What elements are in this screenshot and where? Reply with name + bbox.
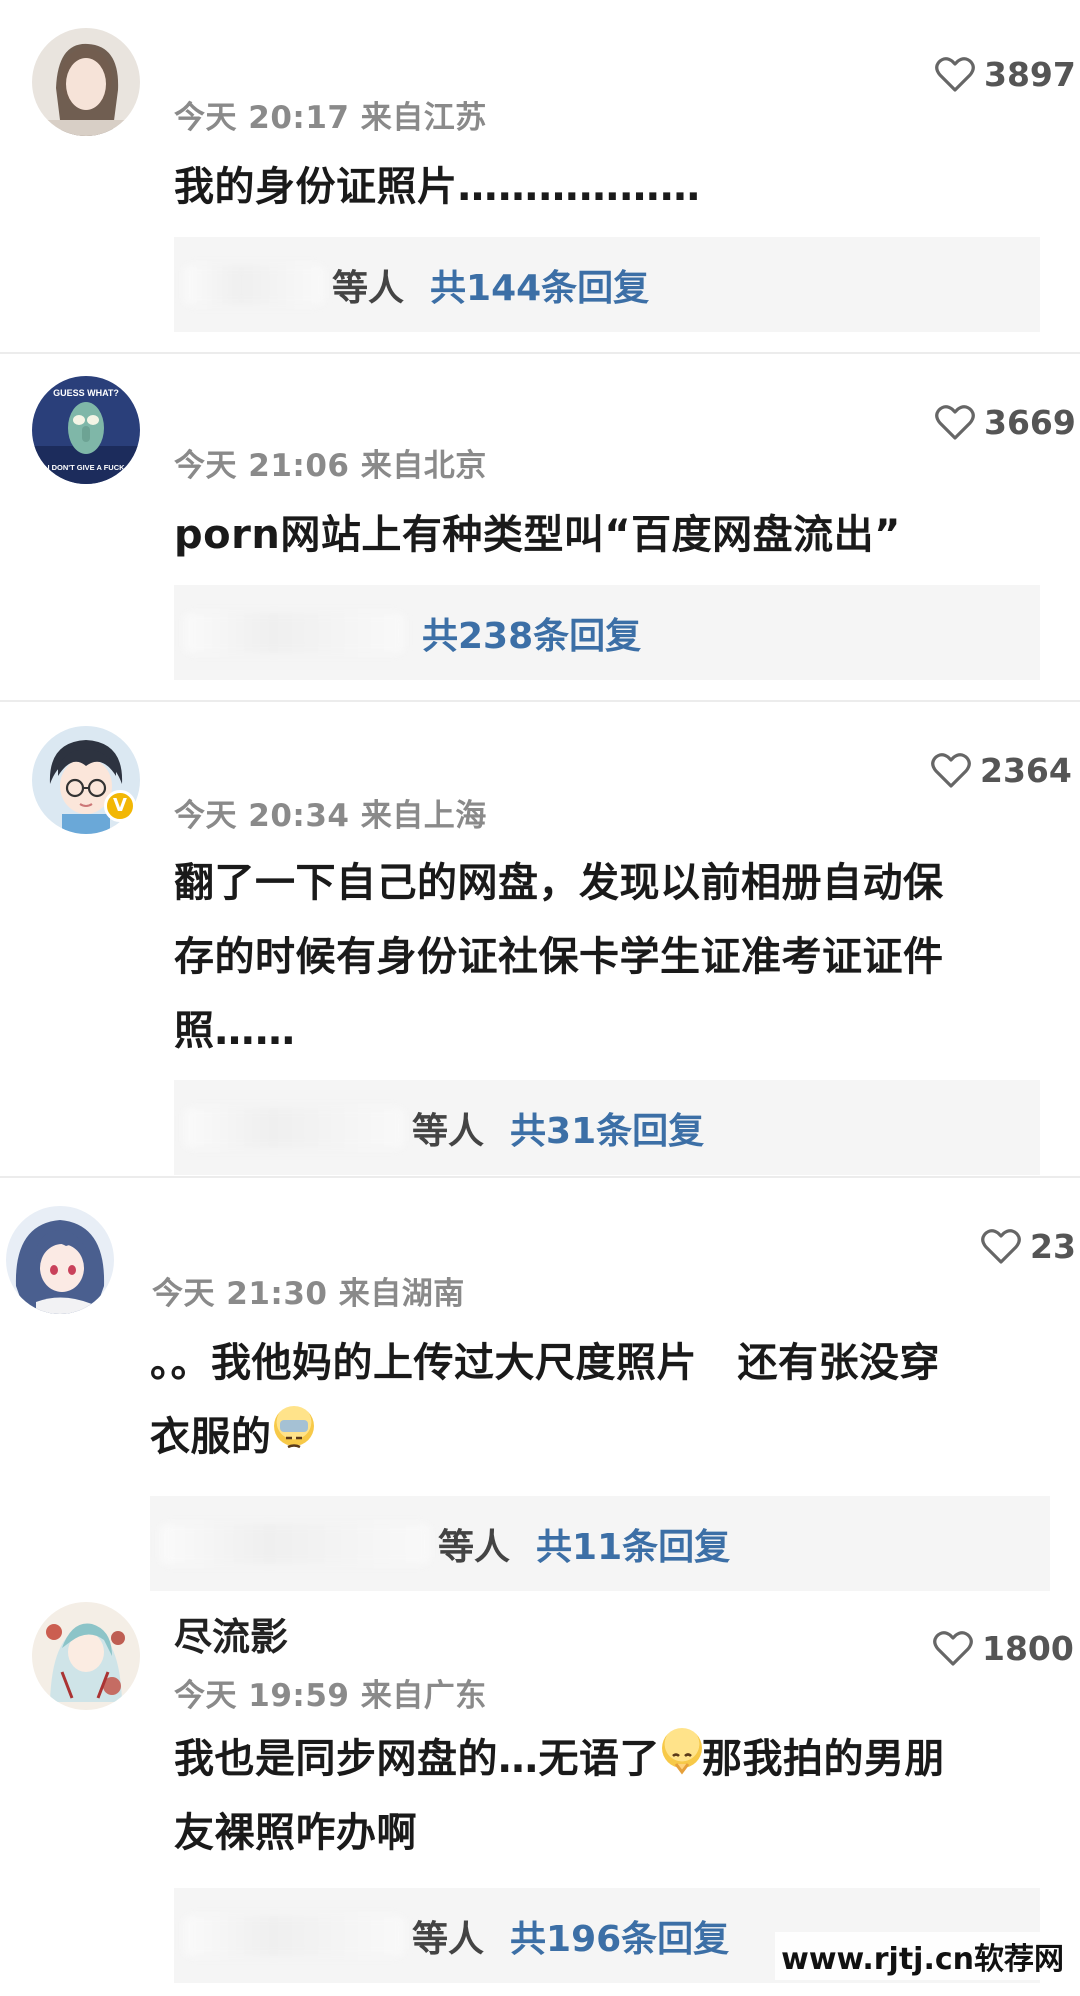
avatar-caption-top: GUESS WHAT? [53, 388, 119, 398]
comment-text-line: 我的身份证照片……………… [174, 164, 701, 210]
reply-bar[interactable]: 等人 共11条回复 [150, 1496, 1050, 1591]
divider [0, 1176, 1080, 1178]
reply-count-link[interactable]: 共31条回复 [510, 1102, 704, 1154]
user-avatar[interactable]: GUESS WHAT? I DON'T GIVE A FUCK [32, 376, 140, 484]
emoji-face-icon [672, 1753, 692, 1775]
reply-users-label: 等人 [332, 267, 405, 309]
like-count: 3897 [984, 54, 1076, 94]
comment-text-line: porn网站上有种类型叫“百度网盘流出” [174, 512, 901, 558]
sweat-emoji-icon [273, 1406, 314, 1449]
like-count: 2364 [980, 750, 1072, 790]
reply-count-link[interactable]: 共238条回复 [422, 607, 641, 659]
comment-text-line: 我也是同步网盘的…无语了 那我拍的男朋 [174, 1722, 945, 1796]
reply-count-link[interactable]: 共196条回复 [510, 1910, 729, 1962]
avatar-anime-girl-blue [6, 1206, 114, 1314]
like-button[interactable]: 3669 [934, 398, 1076, 446]
emoji-face-icon [279, 1420, 308, 1449]
reply-bar[interactable]: 等人 共31条回复 [174, 1080, 1040, 1175]
comment-text: 。。我他妈的上传过大尺度照片 还有张没穿 衣服的 [150, 1326, 940, 1474]
reply-bar[interactable]: 共238条回复 [174, 585, 1040, 680]
comment-text: 我也是同步网盘的…无语了 那我拍的男朋 友裸照咋办啊 [174, 1722, 945, 1870]
comment-text-fragment: 我也是同步网盘的…无语了 [174, 1736, 660, 1782]
avatar-caption-bottom: I DON'T GIVE A FUCK [47, 463, 125, 472]
blurred-usernames [160, 1523, 430, 1564]
comment-meta: 今天 21:06 来自北京 [174, 448, 487, 484]
comment-meta: 今天 20:34 来自上海 [174, 798, 487, 834]
like-button[interactable]: 23 [980, 1222, 1076, 1270]
comment-text-line: 衣服的 [150, 1400, 940, 1474]
user-avatar[interactable] [32, 1602, 140, 1710]
like-count: 23 [1030, 1226, 1076, 1266]
site-watermark: www.rjtj.cn软荐网 [775, 1932, 1070, 1980]
user-avatar[interactable] [32, 28, 140, 136]
heart-icon [931, 753, 971, 788]
comment-meta: 今天 19:59 来自广东 [174, 1678, 487, 1714]
blurred-usernames [184, 612, 404, 653]
like-button[interactable]: 1800 [932, 1624, 1074, 1672]
like-button[interactable]: 3897 [934, 50, 1076, 98]
heart-icon [935, 405, 975, 440]
comment-meta: 今天 20:17 来自江苏 [174, 100, 487, 136]
blurred-usernames [184, 1107, 404, 1148]
avatar-illustration [32, 1602, 140, 1710]
reply-users-label: 等人 [412, 1110, 485, 1152]
like-count: 1800 [982, 1628, 1074, 1668]
comment-text-line: 。。我他妈的上传过大尺度照片 还有张没穿 [150, 1340, 940, 1386]
heart-icon [935, 57, 975, 92]
like-count: 3669 [984, 402, 1076, 442]
comment-text: porn网站上有种类型叫“百度网盘流出” [174, 498, 901, 572]
reply-bar[interactable]: 等人 共144条回复 [174, 237, 1040, 332]
comment-text: 翻了一下自己的网盘，发现以前相册自动保 存的时候有身份证社保卡学生证准考证证件 … [174, 846, 944, 1068]
comment-text-line: 翻了一下自己的网盘，发现以前相册自动保 [174, 860, 944, 906]
blurred-usernames [184, 1915, 404, 1956]
heart-icon [981, 1229, 1021, 1264]
like-button[interactable]: 2364 [930, 746, 1072, 794]
praying-emoji-icon [662, 1728, 702, 1775]
comment-text-line: 照…… [174, 1008, 296, 1054]
avatar-photo-girl [32, 28, 140, 136]
comment-text-line: 存的时候有身份证社保卡学生证准考证证件 [174, 934, 944, 980]
comment-text-fragment: 衣服的 [150, 1414, 272, 1460]
reply-users-label: 等人 [412, 1918, 485, 1960]
comment-text: 我的身份证照片……………… [174, 150, 701, 224]
reply-users-label: 等人 [438, 1526, 511, 1568]
avatar-meme-squidward: GUESS WHAT? I DON'T GIVE A FUCK [32, 376, 140, 484]
comment-text-fragment: 那我拍的男朋 [702, 1736, 945, 1782]
reply-count-link[interactable]: 共144条回复 [430, 259, 649, 311]
verified-badge-icon: V [104, 790, 136, 822]
user-avatar[interactable] [6, 1206, 114, 1314]
divider [0, 700, 1080, 702]
comment-meta: 今天 21:30 来自湖南 [152, 1276, 465, 1312]
comment-text-line: 友裸照咋办啊 [174, 1810, 417, 1856]
heart-icon [933, 1631, 973, 1666]
blurred-usernames [184, 264, 324, 305]
username[interactable]: 尽流影 [174, 1606, 288, 1661]
reply-count-link[interactable]: 共11条回复 [536, 1518, 730, 1570]
divider [0, 352, 1080, 354]
